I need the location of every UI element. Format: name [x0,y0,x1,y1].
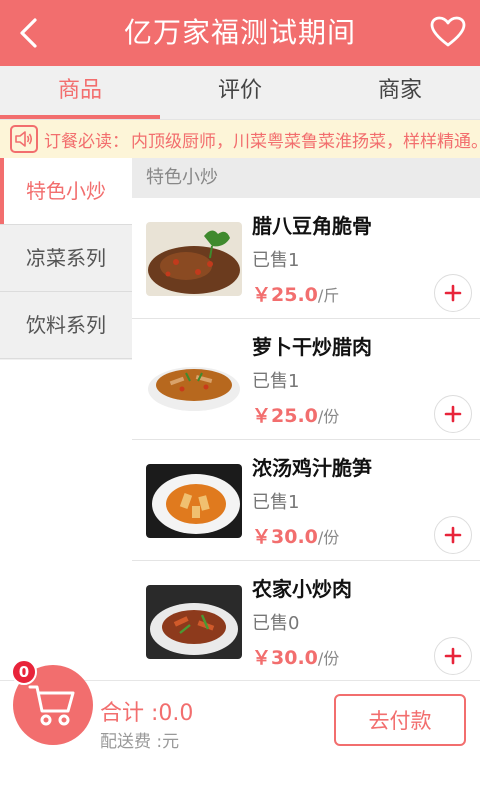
price-unit: /份 [317,649,340,668]
tab-products[interactable]: 商品 [0,66,160,119]
sold-count: 已售1 [252,250,300,271]
favorite-button[interactable] [426,10,470,54]
price-unit: /份 [317,528,340,547]
list-item[interactable]: 农家小炒肉 已售0 ￥30.0/份 [132,561,480,680]
dish-price: ￥25.0/斤 [252,280,339,307]
dish-image [146,222,242,296]
tab-merchant[interactable]: 商家 [320,66,480,119]
dish-price: ￥30.0/份 [252,522,339,549]
price-value: ￥25.0 [252,405,318,427]
plus-icon [444,405,462,423]
cart-icon [28,685,75,726]
tab-bar: 商品 评价 商家 [0,66,480,120]
dish-price: ￥25.0/份 [252,401,339,428]
page-title: 亿万家福测试期间 [123,16,356,49]
price-unit: /份 [317,407,340,426]
delivery-fee: 配送费 :元 [100,732,180,752]
add-to-cart-button[interactable] [434,637,472,675]
dish-price: ￥30.0/份 [252,643,339,670]
dish-name: 浓汤鸡汁脆笋 [252,456,372,480]
notice-bar: 订餐必读： 内顶级厨师，川菜粤菜鲁菜淮扬菜，样样精通。 [0,120,480,158]
price-value: ￥25.0 [252,284,318,306]
plus-icon [444,647,462,665]
section-header: 特色小炒 [132,158,480,198]
cart-total: 合计 :0.0 [100,701,194,726]
add-to-cart-button[interactable] [434,395,472,433]
dish-name: 萝卜干炒腊肉 [252,335,372,359]
dish-name: 农家小炒肉 [252,577,352,601]
sidebar-item-cold-dishes[interactable]: 凉菜系列 [0,225,132,292]
list-item[interactable]: 萝卜干炒腊肉 已售1 ￥25.0/份 [132,319,480,440]
heart-icon [430,16,466,47]
dish-image [146,343,242,417]
price-value: ￥30.0 [252,647,318,669]
price-unit: /斤 [317,286,340,305]
add-to-cart-button[interactable] [434,274,472,312]
sold-count: 已售1 [252,492,300,513]
cart-count-badge: 0 [11,659,37,685]
app-root: 亿万家福测试期间 商品 评价 商家 订餐必读： 内顶级厨师，川菜粤菜鲁菜淮扬菜，… [0,0,480,800]
notice-label: 订餐必读： [44,131,129,152]
tab-reviews[interactable]: 评价 [160,66,320,119]
checkout-button[interactable]: 去付款 [334,694,466,746]
sidebar-item-specialty-stirfry[interactable]: 特色小炒 [0,158,132,225]
dish-name: 腊八豆角脆骨 [252,214,372,238]
dish-image [146,585,242,659]
cart-bar: 0 合计 :0.0 配送费 :元 去付款 [0,659,480,760]
list-item[interactable]: 浓汤鸡汁脆笋 已售1 ￥30.0/份 [132,440,480,561]
category-sidebar: 特色小炒 凉菜系列 饮料系列 [0,158,132,360]
dish-image [146,464,242,538]
plus-icon [444,284,462,302]
sidebar-item-drinks[interactable]: 饮料系列 [0,292,132,359]
notice-text: 内顶级厨师，川菜粤菜鲁菜淮扬菜，样样精通。 [131,131,480,152]
sold-count: 已售0 [252,613,300,634]
list-item[interactable]: 腊八豆角脆骨 已售1 ￥25.0/斤 [132,198,480,319]
menu-list: 特色小炒 腊八豆角脆骨 已售1 ￥25.0/斤 萝卜干炒腊肉 已售1 ￥25.0… [132,158,480,680]
speaker-icon [10,125,38,153]
app-header: 亿万家福测试期间 [0,0,480,66]
bottom-spacer [0,760,480,800]
price-value: ￥30.0 [252,526,318,548]
sold-count: 已售1 [252,371,300,392]
add-to-cart-button[interactable] [434,516,472,554]
plus-icon [444,526,462,544]
